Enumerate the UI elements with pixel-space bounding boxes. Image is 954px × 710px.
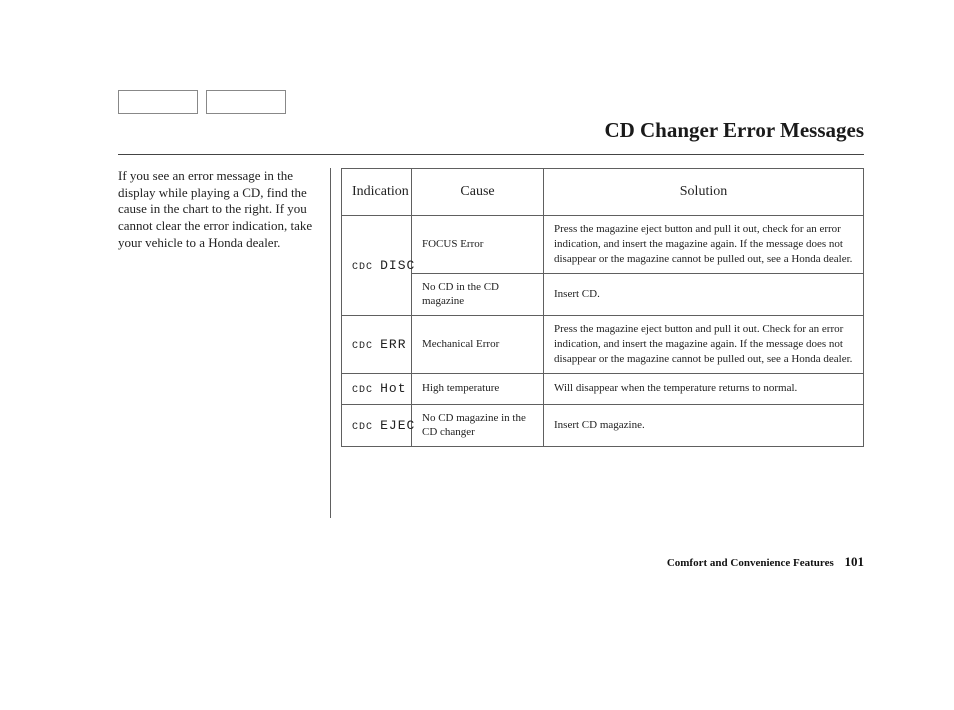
- table-row: No CD in the CD magazine Insert CD.: [342, 273, 864, 316]
- footer-page-number: 101: [845, 554, 865, 569]
- table-row: CDC DISC FOCUS Error Press the magazine …: [342, 216, 864, 274]
- solution-cell: Press the magazine eject button and pull…: [544, 316, 864, 374]
- table-row: CDC Hot High temperature Will disappear …: [342, 373, 864, 404]
- solution-cell: Press the magazine eject button and pull…: [544, 216, 864, 274]
- th-solution: Solution: [544, 169, 864, 216]
- column-divider: [330, 168, 331, 518]
- cause-cell: No CD magazine in the CD changer: [412, 404, 544, 447]
- solution-cell: Insert CD magazine.: [544, 404, 864, 447]
- indication-cell-err: CDC ERR: [342, 316, 412, 374]
- th-cause: Cause: [412, 169, 544, 216]
- cause-cell: No CD in the CD magazine: [412, 273, 544, 316]
- table-header-row: Indication Cause Solution: [342, 169, 864, 216]
- indication-prefix: CDC: [352, 262, 373, 273]
- page-footer: Comfort and Convenience Features 101: [667, 554, 864, 570]
- tab-box-2: [206, 90, 286, 114]
- indication-prefix: CDC: [352, 341, 373, 352]
- footer-section: Comfort and Convenience Features: [667, 557, 834, 569]
- indication-cell-hot: CDC Hot: [342, 373, 412, 404]
- indication-code: DISC: [380, 258, 415, 273]
- table-row: CDC ERR Mechanical Error Press the magaz…: [342, 316, 864, 374]
- indication-cell-ejec: CDC EJEC: [342, 404, 412, 447]
- solution-cell: Insert CD.: [544, 273, 864, 316]
- indication-code: Hot: [380, 381, 406, 396]
- error-table: Indication Cause Solution CDC DISC FOCUS…: [341, 168, 864, 447]
- header-tabs: [118, 90, 286, 114]
- table-row: CDC EJEC No CD magazine in the CD change…: [342, 404, 864, 447]
- indication-cell-disc: CDC DISC: [342, 216, 412, 316]
- title-rule: [118, 154, 864, 155]
- cause-cell: Mechanical Error: [412, 316, 544, 374]
- cause-cell: High temperature: [412, 373, 544, 404]
- indication-code: ERR: [380, 337, 406, 352]
- body-area: If you see an error message in the displ…: [118, 168, 864, 580]
- cause-cell: FOCUS Error: [412, 216, 544, 274]
- error-table-container: Indication Cause Solution CDC DISC FOCUS…: [341, 168, 864, 580]
- th-indication: Indication: [342, 169, 412, 216]
- indication-prefix: CDC: [352, 385, 373, 396]
- tab-box-1: [118, 90, 198, 114]
- indication-prefix: CDC: [352, 422, 373, 433]
- indication-code: EJEC: [380, 418, 415, 433]
- intro-text: If you see an error message in the displ…: [118, 168, 330, 580]
- page-title: CD Changer Error Messages: [604, 118, 864, 143]
- solution-cell: Will disappear when the temperature retu…: [544, 373, 864, 404]
